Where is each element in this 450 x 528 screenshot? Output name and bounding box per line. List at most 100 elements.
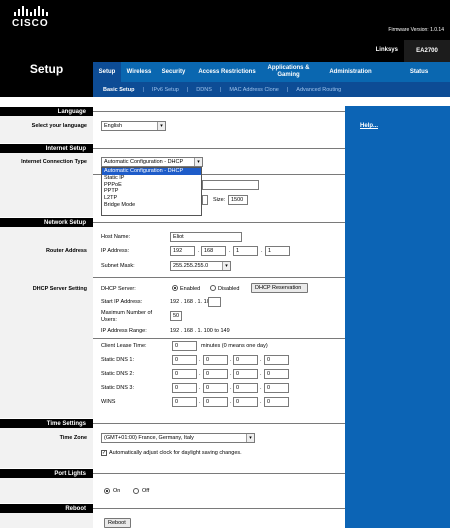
section-port-lights: Port Lights [0, 469, 93, 478]
header: CISCO Firmware Version: 1.0.14 [0, 0, 450, 40]
cisco-wordmark: CISCO [12, 18, 49, 29]
dns3-octet-1[interactable]: 0 [172, 383, 197, 393]
router-address-label: Router Address [45, 248, 87, 254]
dns2-octet-3[interactable]: 0 [233, 369, 258, 379]
subtab-mac-address-clone[interactable]: MAC Address Clone [229, 87, 279, 93]
tab-administration[interactable]: Administration [313, 62, 388, 82]
ip-range-value: 192 . 168 . 1. 100 to 149 [170, 328, 230, 334]
tab-applications-gaming[interactable]: Applications & Gaming [264, 62, 313, 82]
tab-wireless[interactable]: Wireless [121, 62, 157, 82]
start-ip-prefix: 192 . 168 . 1. 100 [170, 299, 213, 305]
subnet-mask-label: Subnet Mask: [101, 263, 135, 269]
option-static-ip[interactable]: Static IP [102, 175, 201, 182]
section-network-setup: Network Setup [0, 218, 93, 227]
section-internet-setup: Internet Setup [0, 144, 93, 153]
option-pptp[interactable]: PPTP [102, 188, 201, 195]
wins-octet-2[interactable]: 0 [203, 397, 228, 407]
option-dhcp[interactable]: Automatic Configuration - DHCP [102, 168, 201, 175]
chevron-down-icon: ▾ [222, 262, 230, 270]
ip-range-label: IP Address Range: [101, 328, 147, 334]
dhcp-disabled-label: Disabled [218, 286, 240, 292]
mtu-size-input[interactable]: 1500 [228, 195, 248, 205]
host-name-input[interactable]: Eliot [170, 232, 242, 242]
chevron-down-icon: ▾ [194, 158, 202, 166]
dns3-octet-3[interactable]: 0 [233, 383, 258, 393]
ip-octet-4[interactable]: 1 [265, 246, 290, 256]
port-lights-off-radio[interactable] [133, 488, 139, 494]
option-pppoe[interactable]: PPPoE [102, 182, 201, 189]
lease-time-label: Client Lease Time: [101, 343, 147, 349]
reboot-button[interactable]: Reboot [104, 518, 131, 528]
section-time-settings: Time Settings [0, 419, 93, 428]
dst-checkbox[interactable]: ✓ [101, 450, 107, 456]
main-tabs: Setup Wireless Security Access Restricti… [93, 62, 450, 82]
host-name-label: Host Name: [101, 234, 131, 240]
subtab-advanced-routing[interactable]: Advanced Routing [296, 87, 341, 93]
help-panel [345, 106, 450, 528]
ip-octet-3[interactable]: 1 [233, 246, 258, 256]
dns1-octet-3[interactable]: 0 [233, 355, 258, 365]
port-lights-off-label: Off [142, 488, 150, 494]
dns3-octet-2[interactable]: 0 [203, 383, 228, 393]
page-title: Setup [0, 40, 93, 97]
help-link[interactable]: Help... [360, 123, 378, 129]
chevron-down-icon: ▾ [157, 122, 165, 130]
language-select[interactable]: English ▾ [101, 121, 166, 131]
time-zone-select[interactable]: (GMT+01:00) France, Germany, Italy ▾ [101, 433, 255, 443]
dhcp-enabled-radio[interactable] [172, 285, 178, 291]
dns2-octet-1[interactable]: 0 [172, 369, 197, 379]
option-l2tp[interactable]: L2TP [102, 195, 201, 202]
dns2-octet-2[interactable]: 0 [203, 369, 228, 379]
wins-octet-1[interactable]: 0 [172, 397, 197, 407]
dhcp-disabled-radio[interactable] [210, 285, 216, 291]
wins-octet-4[interactable]: 0 [264, 397, 289, 407]
dns2-octet-4[interactable]: 0 [264, 369, 289, 379]
port-lights-on-label: On [113, 488, 121, 494]
dst-label: Automatically adjust clock for daylight … [109, 450, 242, 456]
firmware-version: Firmware Version: 1.0.14 [388, 27, 444, 33]
section-reboot: Reboot [0, 504, 93, 513]
connection-field[interactable] [202, 180, 259, 190]
option-bridge-mode[interactable]: Bridge Mode [102, 202, 201, 209]
static-dns1-label: Static DNS 1: [101, 357, 135, 363]
time-zone-label: Time Zone [59, 435, 87, 441]
dns1-octet-2[interactable]: 0 [203, 355, 228, 365]
chevron-down-icon: ▾ [246, 434, 254, 442]
dns3-octet-4[interactable]: 0 [264, 383, 289, 393]
dhcp-setting-label: DHCP Server Setting [32, 286, 87, 292]
port-lights-on-radio[interactable] [104, 488, 110, 494]
connection-type-dropdown: Automatic Configuration - DHCP Static IP… [101, 167, 202, 216]
subtab-ipv6-setup[interactable]: IPv6 Setup [152, 87, 179, 93]
product-name: Linksys [375, 47, 398, 53]
wins-octet-3[interactable]: 0 [233, 397, 258, 407]
section-language: Language [0, 107, 93, 116]
cisco-bars-icon [14, 6, 49, 16]
tab-security[interactable]: Security [157, 62, 190, 82]
static-dns3-label: Static DNS 3: [101, 385, 135, 391]
mtu-select[interactable] [202, 195, 208, 205]
ip-octet-1[interactable]: 192 [170, 246, 195, 256]
max-users-label: Maximum Number of [101, 310, 153, 316]
subtab-basic-setup[interactable]: Basic Setup [103, 87, 134, 93]
model-bar: Linksys EA2700 [93, 40, 450, 62]
max-users-input[interactable]: 50 [170, 311, 182, 321]
subtab-ddns[interactable]: DDNS [196, 87, 212, 93]
static-dns2-label: Static DNS 2: [101, 371, 135, 377]
dhcp-server-label: DHCP Server: [101, 286, 136, 292]
max-users-label-2: Users: [101, 317, 117, 323]
lease-time-input[interactable]: 0 [172, 341, 197, 351]
start-ip-label: Start IP Address: [101, 299, 143, 305]
tab-setup[interactable]: Setup [93, 62, 121, 82]
subnet-mask-select[interactable]: 255.255.255.0 ▾ [170, 261, 231, 271]
dns1-octet-1[interactable]: 0 [172, 355, 197, 365]
tab-access-restrictions[interactable]: Access Restrictions [190, 62, 264, 82]
wins-label: WINS [101, 399, 116, 405]
connection-type-label: Internet Connection Type [21, 159, 87, 165]
dhcp-reservation-button[interactable]: DHCP Reservation [251, 283, 308, 293]
dns1-octet-4[interactable]: 0 [264, 355, 289, 365]
start-ip-last-octet[interactable] [208, 297, 221, 307]
tab-status[interactable]: Status [388, 62, 450, 82]
ip-address-label: IP Address: [101, 248, 130, 254]
connection-type-select[interactable]: Automatic Configuration - DHCP ▾ [101, 157, 203, 167]
ip-octet-2[interactable]: 168 [201, 246, 226, 256]
